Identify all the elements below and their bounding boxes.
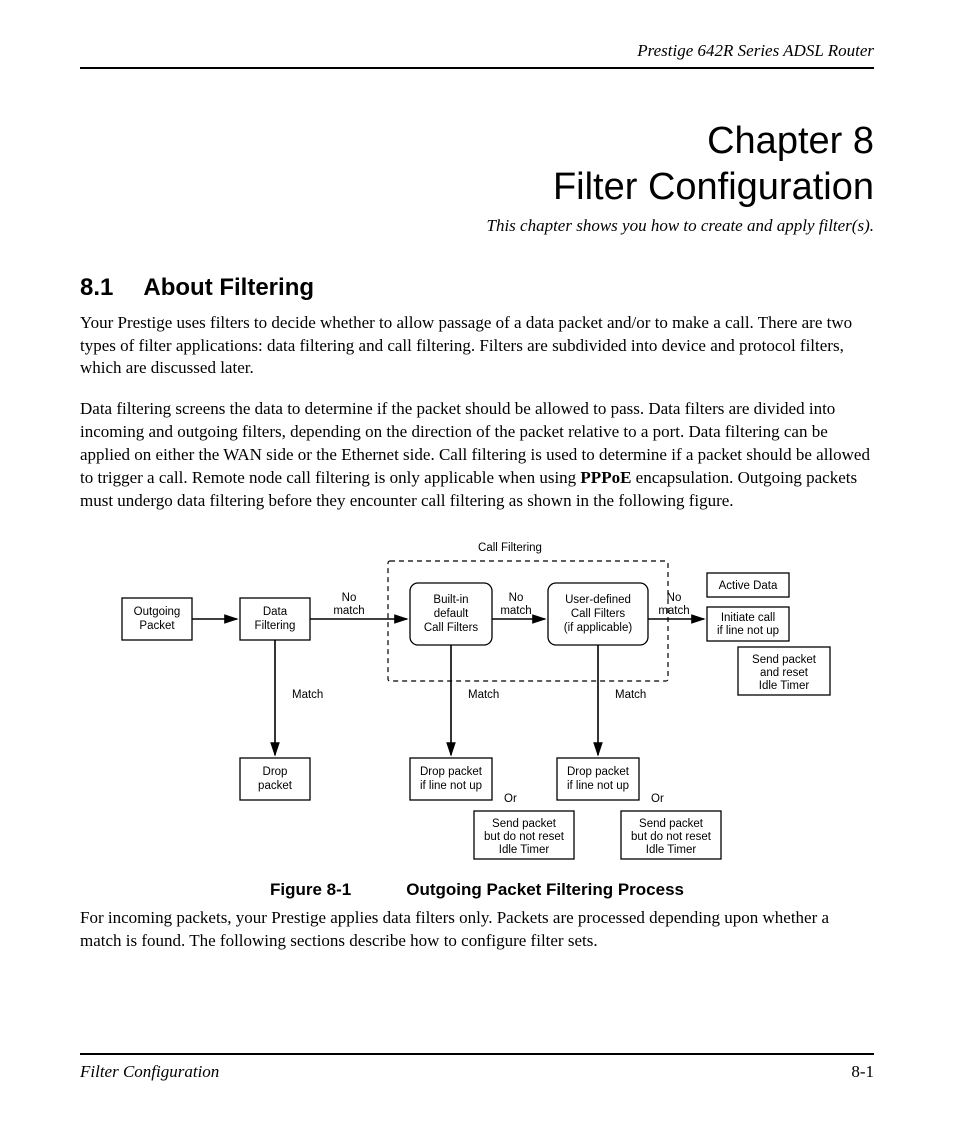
userdef-l1: User-defined [565,594,631,606]
data-filtering-l2: Filtering [255,620,296,632]
figure-diagram: Call Filtering Outgoing Packet Data Filt… [80,533,874,873]
running-title: Prestige 642R Series ADSL Router [637,41,874,60]
drop-packet-l2: packet [258,780,293,792]
section-number: 8.1 [80,272,113,303]
or-1: Or [504,793,517,805]
userdef-l3: (if applicable) [564,622,633,634]
data-filtering-l1: Data [263,606,288,618]
paragraph-3: For incoming packets, your Prestige appl… [80,907,874,953]
match2-2: match [500,605,531,617]
no-3: No [667,592,682,604]
initiate-call-l2: if line not up [717,625,779,637]
drop-packet-box [240,758,310,800]
chapter-line1: Chapter 8 [707,120,874,162]
paragraph-1: Your Prestige uses filters to decide whe… [80,312,874,381]
match2-3: match [658,605,689,617]
drop-line-1-l1: Drop packet [420,766,483,778]
send-noreset-1-l1: Send packet [492,818,557,830]
match-1: Match [292,689,323,701]
figure-caption: Figure 8-1 Outgoing Packet Filtering Proc… [80,879,874,901]
drop-packet-l1: Drop [263,766,288,778]
data-filtering-box [240,598,310,640]
builtin-l1: Built-in [433,594,468,606]
match-2: Match [468,689,499,701]
chapter-line2: Filter Configuration [553,166,874,208]
match-3: Match [615,689,646,701]
send-reset-l1: Send packet [752,654,817,666]
drop-line-2-l1: Drop packet [567,766,630,778]
footer-page: 8-1 [851,1061,874,1083]
initiate-call-l1: Initiate call [721,612,775,624]
drop-line-1-box [410,758,492,800]
footer-left: Filter Configuration [80,1061,219,1083]
outgoing-packet-l2: Packet [139,620,175,632]
outgoing-packet-l1: Outgoing [134,606,181,618]
paragraph-2: Data filtering screens the data to deter… [80,398,874,513]
active-data-label: Active Data [719,580,778,592]
send-noreset-2-l1: Send packet [639,818,704,830]
p2-bold: PPPoE [580,468,631,487]
chapter-subtitle: This chapter shows you how to create and… [80,215,874,237]
section-title: About Filtering [143,274,314,301]
no-2: No [509,592,524,604]
call-filtering-label: Call Filtering [478,542,542,554]
figure-label: Figure 8-1 [270,879,351,901]
userdef-l2: Call Filters [571,608,626,620]
send-noreset-1-l2: but do not reset [484,831,565,843]
running-header: Prestige 642R Series ADSL Router [80,40,874,69]
send-noreset-2-l3: Idle Timer [646,844,697,856]
outgoing-packet-box [122,598,192,640]
or-2: Or [651,793,664,805]
drop-line-2-box [557,758,639,800]
no-1: No [342,592,357,604]
send-noreset-1-l3: Idle Timer [499,844,550,856]
section-heading: 8.1 About Filtering [80,272,874,303]
drop-line-1-l2: if line not up [420,780,482,792]
chapter-title: Chapter 8 Filter Configuration [80,119,874,210]
page-footer: Filter Configuration 8-1 [80,1053,874,1083]
send-reset-l2: and reset [760,667,809,679]
drop-line-2-l2: if line not up [567,780,629,792]
send-reset-l3: Idle Timer [759,680,810,692]
builtin-l2: default [434,608,469,620]
send-noreset-2-l2: but do not reset [631,831,712,843]
builtin-l3: Call Filters [424,622,479,634]
figure-title: Outgoing Packet Filtering Process [406,880,684,899]
match2-1: match [333,605,364,617]
